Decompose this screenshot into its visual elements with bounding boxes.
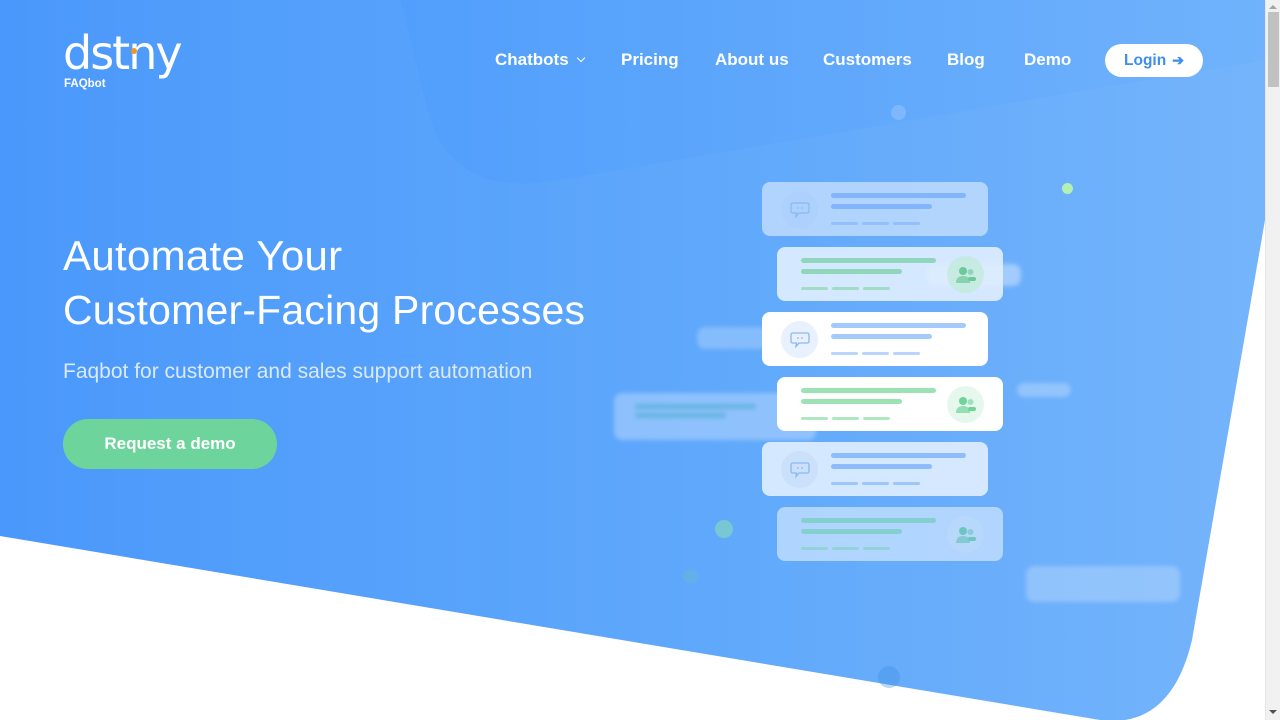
chat-bubble-icon bbox=[789, 201, 810, 219]
avatar bbox=[947, 516, 984, 553]
scroll-up-arrow-icon[interactable] bbox=[1269, 5, 1277, 9]
meta-placeholder bbox=[862, 482, 889, 485]
text-line-placeholder bbox=[831, 204, 932, 209]
meta-placeholder bbox=[801, 547, 828, 550]
meta-placeholder bbox=[831, 482, 858, 485]
avatar bbox=[781, 321, 818, 358]
text-line-placeholder bbox=[831, 334, 932, 339]
text-line-placeholder bbox=[801, 518, 936, 523]
meta-placeholder bbox=[831, 222, 858, 225]
bg-card bbox=[1017, 383, 1071, 397]
meta-placeholder bbox=[832, 287, 859, 290]
meta-placeholder bbox=[801, 287, 828, 290]
hero-subtitle: Faqbot for customer and sales support au… bbox=[63, 360, 533, 383]
nav-item-pricing[interactable]: Pricing bbox=[621, 49, 679, 71]
chat-card-bot bbox=[762, 442, 988, 496]
meta-placeholder bbox=[863, 417, 890, 420]
scroll-down-arrow-icon[interactable] bbox=[1269, 710, 1277, 714]
chat-card-bot bbox=[762, 182, 988, 236]
nav-item-blog[interactable]: Blog bbox=[947, 49, 985, 71]
avatar bbox=[947, 256, 984, 293]
nav-item-label: Chatbots bbox=[495, 50, 569, 69]
users-icon bbox=[955, 526, 977, 544]
meta-placeholder bbox=[893, 222, 920, 225]
chat-card-user bbox=[777, 247, 1003, 301]
page: dstny FAQbot Chatbots Pricing About us C… bbox=[0, 0, 1265, 720]
logo-product-name: FAQbot bbox=[64, 78, 106, 90]
chat-bubble-icon bbox=[789, 461, 810, 479]
vertical-scrollbar[interactable] bbox=[1265, 0, 1280, 720]
meta-placeholder bbox=[862, 222, 889, 225]
text-line-placeholder bbox=[831, 464, 932, 469]
text-line-placeholder bbox=[831, 453, 966, 458]
avatar bbox=[947, 386, 984, 423]
text-line-placeholder bbox=[801, 269, 902, 274]
login-button[interactable]: Login ➔ bbox=[1105, 44, 1203, 77]
text-line-placeholder bbox=[801, 399, 902, 404]
meta-placeholder bbox=[832, 547, 859, 550]
hero-title-line1: Automate Your bbox=[63, 232, 343, 279]
nav-item-about-us[interactable]: About us bbox=[715, 49, 789, 71]
meta-placeholder bbox=[801, 417, 828, 420]
nav-item-chatbots[interactable]: Chatbots bbox=[495, 49, 585, 71]
meta-placeholder bbox=[862, 352, 889, 355]
decor-dot bbox=[891, 105, 906, 120]
text-line-placeholder bbox=[831, 193, 966, 198]
request-demo-button[interactable]: Request a demo bbox=[63, 419, 277, 469]
arrow-right-icon: ➔ bbox=[1172, 52, 1184, 68]
meta-placeholder bbox=[893, 352, 920, 355]
bg-card bbox=[1026, 566, 1180, 602]
nav-item-customers[interactable]: Customers bbox=[823, 49, 912, 71]
nav-item-demo[interactable]: Demo bbox=[1024, 49, 1071, 71]
text-line-placeholder bbox=[801, 388, 936, 393]
avatar bbox=[781, 451, 818, 488]
meta-placeholder bbox=[831, 352, 858, 355]
decor-dot bbox=[715, 520, 733, 538]
chat-card-user bbox=[777, 507, 1003, 561]
scrollbar-thumb[interactable] bbox=[1268, 12, 1279, 87]
text-line-placeholder bbox=[801, 529, 902, 534]
avatar bbox=[781, 191, 818, 228]
chevron-down-icon bbox=[576, 53, 585, 63]
decor-dot bbox=[683, 569, 698, 584]
meta-placeholder bbox=[832, 417, 859, 420]
hero-title-line2: Customer-Facing Processes bbox=[63, 287, 586, 333]
users-icon bbox=[955, 396, 977, 414]
logo-accent-dot bbox=[131, 48, 137, 54]
decor-dot bbox=[878, 666, 900, 688]
meta-placeholder bbox=[893, 482, 920, 485]
chat-card-user bbox=[777, 377, 1003, 431]
login-label: Login bbox=[1124, 51, 1167, 69]
users-icon bbox=[955, 266, 977, 284]
text-line-placeholder bbox=[801, 258, 936, 263]
bg-card bbox=[697, 327, 767, 349]
decor-dot bbox=[1062, 183, 1073, 194]
chat-card-bot bbox=[762, 312, 988, 366]
meta-placeholder bbox=[863, 287, 890, 290]
text-line-placeholder bbox=[831, 323, 966, 328]
chat-bubble-icon bbox=[789, 331, 810, 349]
logo-wordmark: dstny bbox=[63, 26, 183, 80]
logo[interactable]: dstny FAQbot bbox=[63, 30, 198, 96]
meta-placeholder bbox=[863, 547, 890, 550]
